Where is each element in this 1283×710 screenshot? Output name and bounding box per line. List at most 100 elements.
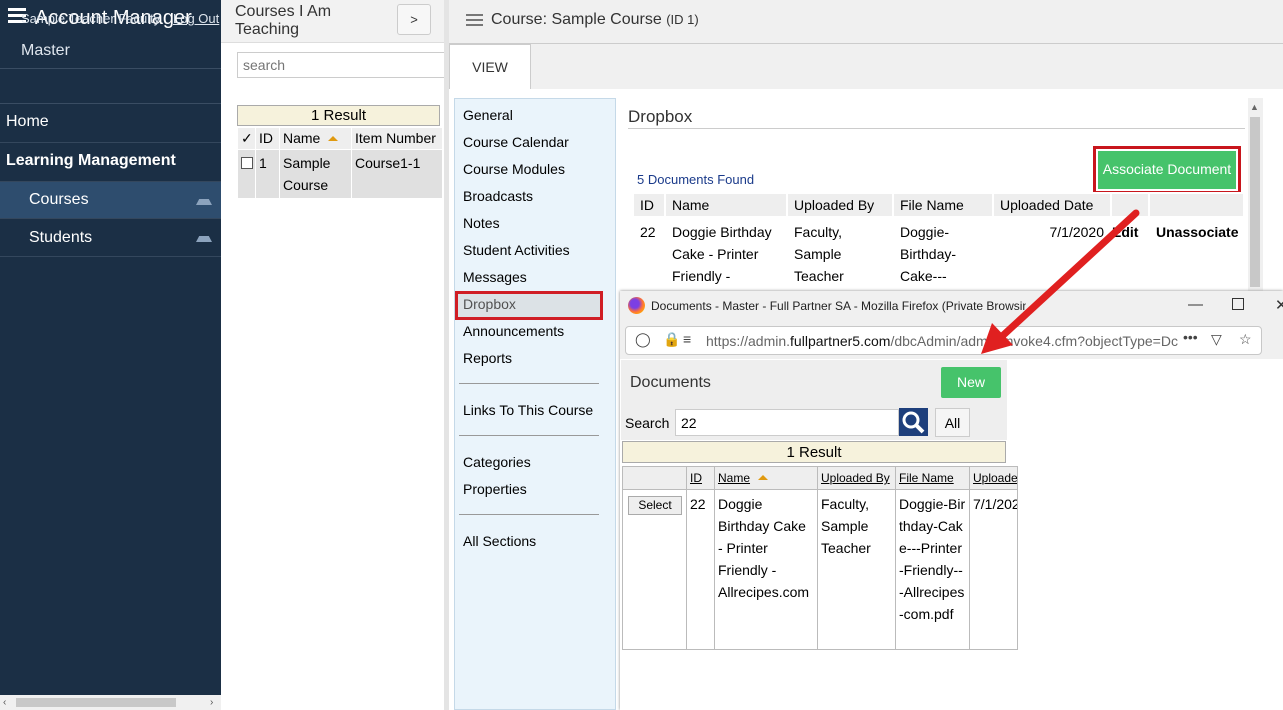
table-header: ID Name Uploaded By File Name Uploaded — [622, 466, 1018, 490]
menu-all-sections[interactable]: All Sections — [463, 533, 536, 549]
menu-student-activities[interactable]: Student Activities — [463, 242, 570, 258]
column-header-file-name[interactable]: File Name — [892, 192, 994, 218]
popup-blank-area — [1021, 360, 1283, 710]
search-input[interactable] — [675, 409, 899, 436]
select-button[interactable]: Select — [628, 496, 682, 515]
unassociate-link[interactable]: Unassociate — [1148, 216, 1245, 292]
edit-link[interactable]: Edit — [1110, 216, 1150, 292]
course-menu: General Course Calendar Course Modules B… — [454, 98, 616, 710]
cell-file-name: Doggie-Birthday-Cake--- — [892, 216, 994, 292]
cell-id: 22 — [632, 216, 666, 292]
menu-course-modules[interactable]: Course Modules — [463, 161, 565, 177]
column-header-name[interactable]: Name — [279, 127, 352, 150]
table-row[interactable]: 1 Sample Course Course1-1 — [237, 149, 443, 199]
collapse-icon — [196, 236, 212, 242]
popup-window-title: Documents - Master - Full Partner SA - M… — [651, 299, 1026, 313]
url-domain: fullpartner5.com — [790, 333, 891, 349]
column-header-name-label: Name — [718, 471, 751, 485]
column-header-file-name[interactable]: File Name — [895, 466, 970, 490]
cell-uploaded-by: Faculty, Sample Teacher — [786, 216, 894, 292]
expand-button[interactable]: > — [397, 4, 431, 35]
nav-courses[interactable]: Courses — [0, 182, 221, 219]
menu-divider — [459, 514, 599, 515]
cell-name[interactable]: Sample Course — [279, 149, 352, 199]
cell-id: 22 — [686, 489, 715, 650]
menu-properties[interactable]: Properties — [463, 481, 527, 497]
menu-broadcasts[interactable]: Broadcasts — [463, 188, 533, 204]
url-text[interactable]: https://admin.fullpartner5.com/dbcAdmin/… — [706, 333, 1178, 349]
logout-link[interactable]: Log Out — [173, 11, 219, 26]
menu-categories[interactable]: Categories — [463, 454, 531, 470]
more-icon[interactable]: ••• — [1183, 329, 1198, 345]
cell-name: Doggie Birthday Cake - Printer Friendly … — [664, 216, 788, 292]
cell-date: 7/1/2020 — [992, 216, 1112, 292]
column-header-item[interactable]: Item Number — [351, 127, 443, 150]
menu-divider — [459, 435, 599, 436]
search-label: Search — [625, 415, 670, 431]
column-header-uploaded-date[interactable]: Uploaded Date — [992, 192, 1112, 218]
documents-table: ID Name Uploaded By File Name Uploaded S… — [622, 466, 1018, 650]
maximize-icon[interactable] — [1232, 298, 1244, 310]
menu-icon[interactable] — [466, 14, 483, 29]
scrollbar-thumb[interactable] — [1250, 117, 1260, 287]
sort-asc-icon — [758, 475, 769, 480]
minimize-icon[interactable]: — — [1188, 296, 1203, 313]
course-search-input[interactable] — [237, 52, 445, 78]
permissions-icon[interactable]: ≡ — [683, 331, 691, 347]
documents-found: 5 Documents Found — [637, 172, 755, 187]
row-checkbox[interactable] — [237, 149, 256, 199]
cell-id: 1 — [255, 149, 280, 199]
course-id: (ID 1) — [666, 12, 699, 27]
column-header-name-label: Name — [283, 130, 321, 146]
menu-messages[interactable]: Messages — [463, 269, 527, 285]
menu-reports[interactable]: Reports — [463, 350, 512, 366]
nav-home[interactable]: Home — [0, 104, 221, 143]
lock-icon: 🔒 — [663, 331, 681, 347]
cell-uploaded-by: Faculty, Sample Teacher — [817, 489, 896, 650]
star-icon[interactable]: ☆ — [1239, 331, 1252, 348]
dropbox-title: Dropbox — [628, 107, 693, 126]
column-header-name[interactable]: Name — [664, 192, 788, 218]
tab-view[interactable]: VIEW — [449, 44, 531, 89]
nav-students[interactable]: Students — [0, 219, 221, 257]
nav-students-label: Students — [29, 229, 93, 246]
all-button[interactable]: All — [935, 408, 970, 437]
scrollbar-thumb[interactable] — [16, 698, 176, 707]
cell-item: Course1-1 — [351, 149, 443, 199]
course-title: Course: Sample Course (ID 1) — [491, 11, 699, 29]
collapse-icon — [196, 199, 212, 205]
column-header-uploaded[interactable]: Uploaded — [969, 466, 1018, 490]
column-header-uploaded-by[interactable]: Uploaded By — [786, 192, 894, 218]
result-count: 1 Result — [237, 105, 440, 126]
associate-document-button[interactable]: Associate Document — [1098, 151, 1236, 189]
scroll-up-icon[interactable]: ▲ — [1250, 102, 1259, 112]
column-header-select — [622, 466, 687, 490]
search-button[interactable] — [899, 408, 928, 436]
checkbox-icon[interactable] — [241, 157, 253, 169]
menu-notes[interactable]: Notes — [463, 215, 500, 231]
new-button[interactable]: New — [941, 367, 1001, 398]
nav-learning-management[interactable]: Learning Management — [0, 143, 221, 182]
scroll-right-icon[interactable]: › — [210, 697, 213, 708]
close-icon[interactable]: ✕ — [1275, 296, 1283, 314]
column-header-check[interactable]: ✓ — [237, 127, 256, 150]
column-header-uploaded-by[interactable]: Uploaded By — [817, 466, 896, 490]
dropbox-highlight — [455, 291, 603, 320]
column-header-name[interactable]: Name — [714, 466, 818, 490]
column-header-id[interactable]: ID — [632, 192, 666, 218]
cell-file-name: Doggie-Birthday-Cake---Printer-Friendly-… — [895, 489, 970, 650]
menu-course-calendar[interactable]: Course Calendar — [463, 134, 569, 150]
menu-links-to-course[interactable]: Links To This Course — [463, 402, 593, 418]
pocket-icon[interactable]: ▽ — [1211, 331, 1222, 348]
pane-divider[interactable] — [444, 0, 449, 710]
menu-divider — [459, 383, 599, 384]
menu-announcements[interactable]: Announcements — [463, 323, 564, 339]
column-header-id[interactable]: ID — [686, 466, 715, 490]
scroll-left-icon[interactable]: ‹ — [3, 697, 6, 708]
cell-name: Doggie Birthday Cake - Printer Friendly … — [714, 489, 818, 650]
result-count: 1 Result — [622, 441, 1006, 463]
menu-general[interactable]: General — [463, 107, 513, 123]
shield-icon[interactable]: ◯ — [635, 331, 651, 348]
column-header-id[interactable]: ID — [255, 127, 280, 150]
column-header-edit — [1110, 192, 1150, 218]
